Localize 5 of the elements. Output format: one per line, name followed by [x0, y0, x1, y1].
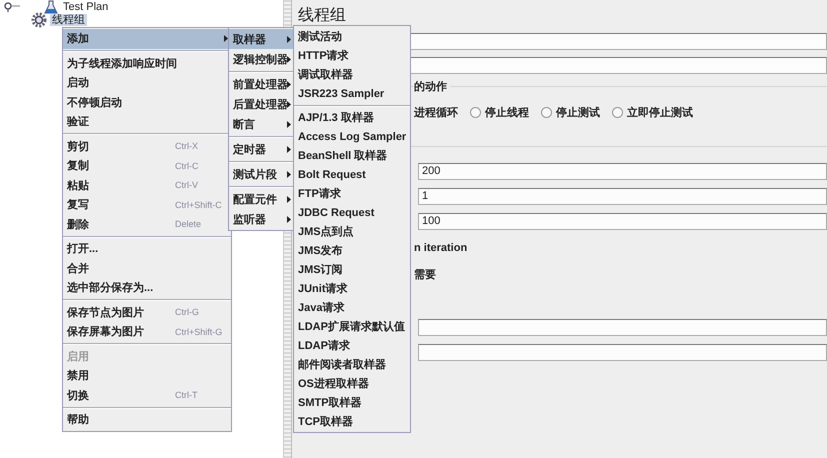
panel-title: 线程组 [298, 6, 347, 25]
option-label: n iteration [414, 242, 468, 254]
group-legend: 的动作 [414, 79, 450, 94]
option-label: 需要 [414, 268, 437, 282]
radio-label: 进程循环 [414, 106, 458, 120]
